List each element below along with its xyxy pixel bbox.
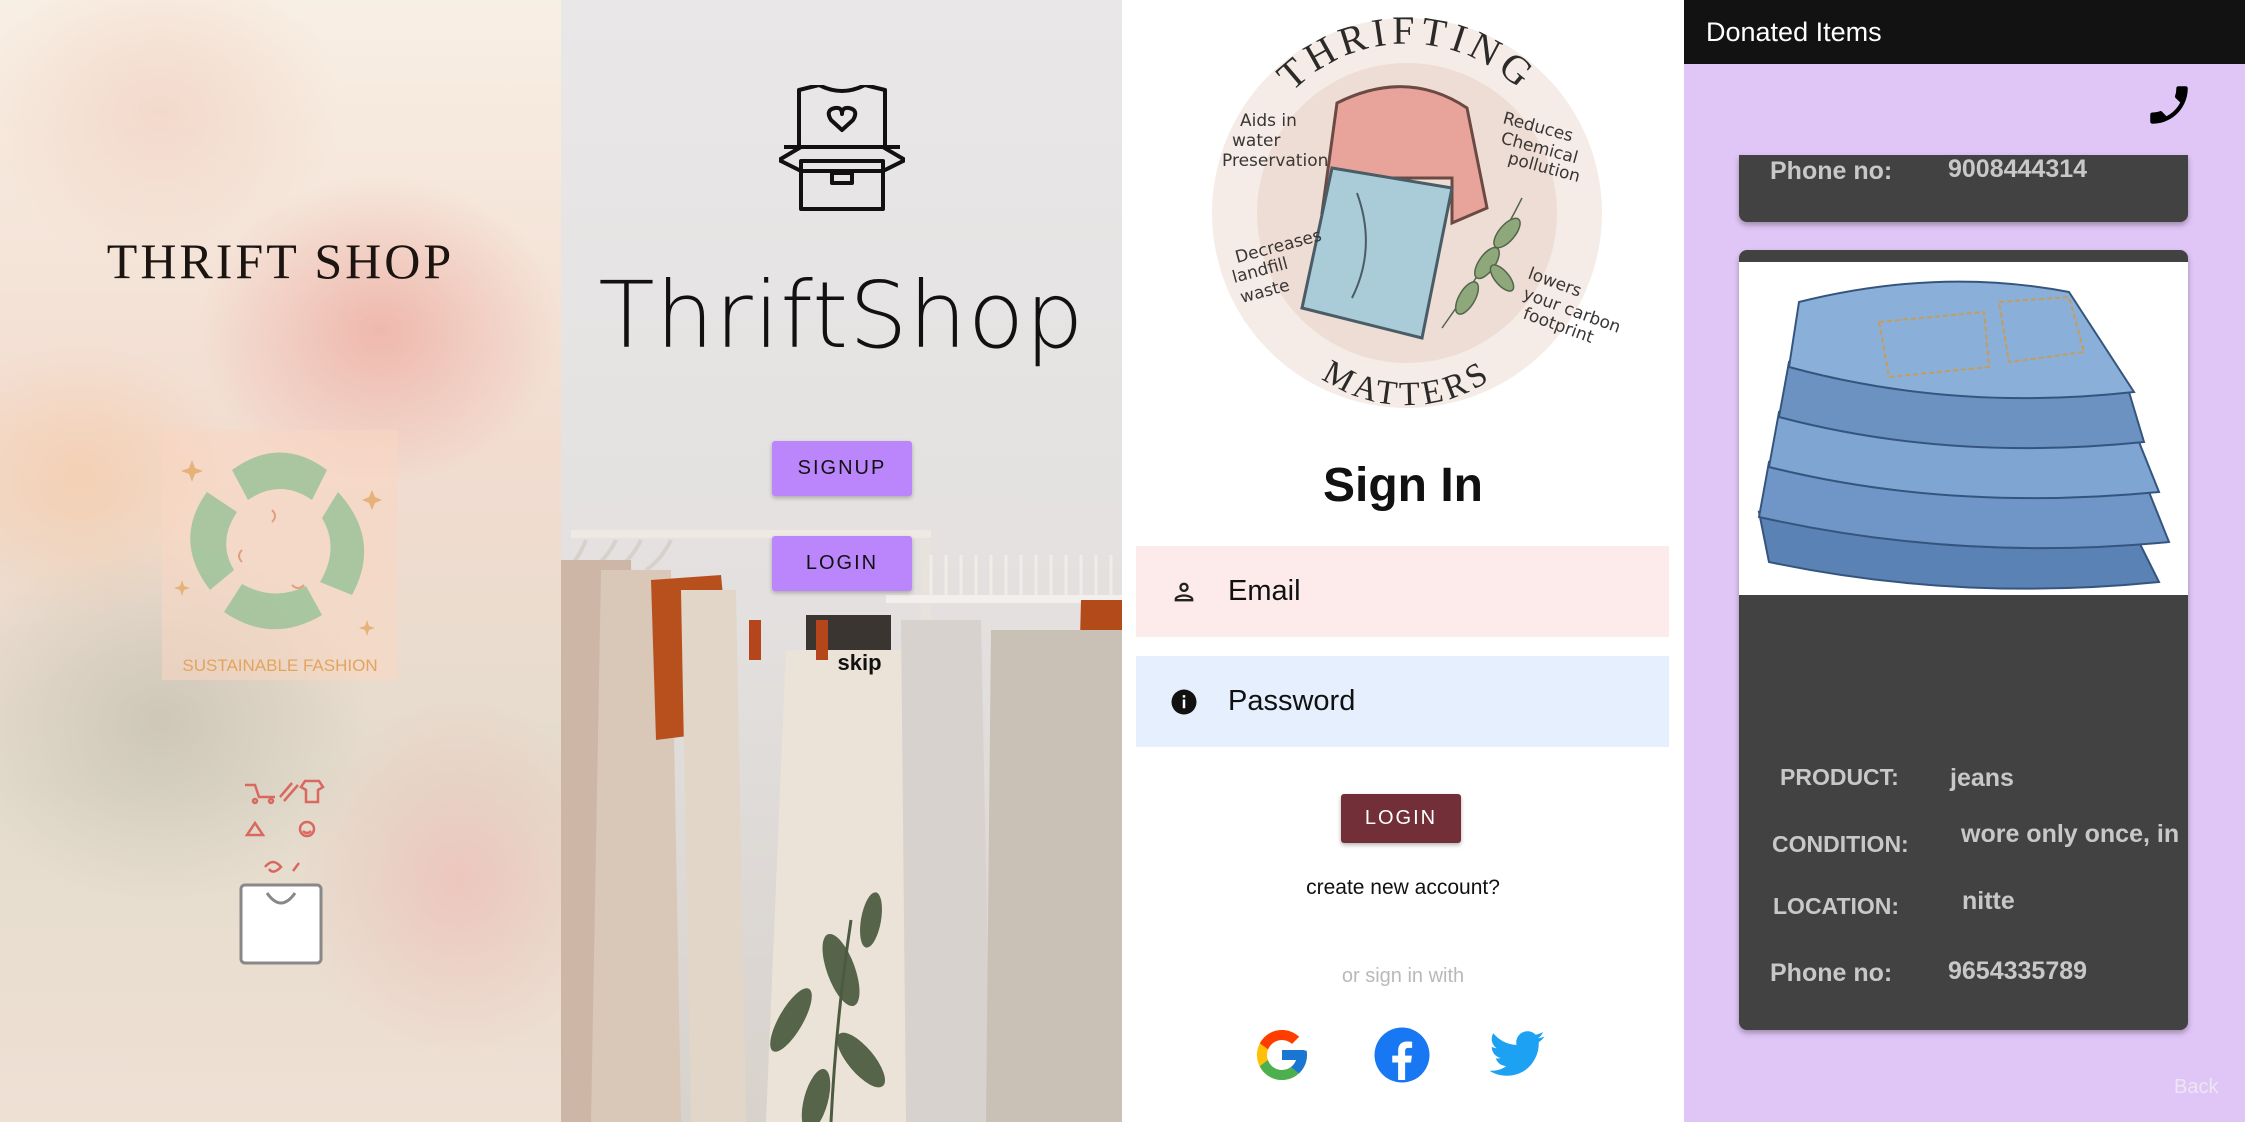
twitter-icon[interactable] xyxy=(1487,1025,1547,1085)
splash-screen: THRIFT SHOP SUSTAINABLE FASHION xyxy=(0,0,561,1122)
svg-text:water: water xyxy=(1232,131,1280,151)
svg-text:Preservation: Preservation xyxy=(1222,151,1328,171)
app-title: THRIFT SHOP xyxy=(106,233,455,289)
back-button[interactable]: Back xyxy=(2174,1076,2218,1099)
page-title: Sign In xyxy=(1323,459,1483,512)
facebook-icon[interactable] xyxy=(1372,1025,1432,1085)
or-sign-in-with-text: or sign in with xyxy=(1341,965,1465,987)
info-icon xyxy=(1164,682,1204,722)
google-icon[interactable] xyxy=(1252,1025,1312,1085)
donation-box-icon xyxy=(777,83,907,211)
login-button[interactable]: LOGIN xyxy=(1341,794,1461,843)
phone-icon[interactable] xyxy=(2144,80,2194,130)
badge-text: SUSTAINABLE FASHION xyxy=(182,656,377,675)
phone-value: 9654335789 xyxy=(1948,957,2088,985)
email-field[interactable]: Email xyxy=(1136,546,1669,637)
signup-button[interactable]: SIGNUP xyxy=(772,441,912,496)
clothing-rack-photo xyxy=(561,500,1122,1122)
person-icon xyxy=(1164,572,1204,612)
sustainable-fashion-logo: SUSTAINABLE FASHION xyxy=(162,430,398,680)
page-title: Donated Items xyxy=(1706,16,1882,47)
jeans-photo xyxy=(1739,262,2188,595)
location-label: LOCATION: xyxy=(1773,893,1900,919)
recycle-icon: SUSTAINABLE FASHION xyxy=(174,452,382,675)
sign-in-screen: THRIFTING Aids in water Preservation Red… xyxy=(1122,0,1684,1122)
password-placeholder: Password xyxy=(1228,685,1356,717)
app-title: ThriftShop xyxy=(598,262,1085,369)
welcome-screen: ThriftShop SIGNUP LOGIN skip xyxy=(561,0,1122,1122)
condition-label: CONDITION: xyxy=(1772,831,1909,857)
logo-note-water: Aids in xyxy=(1240,111,1297,131)
location-value: nitte xyxy=(1962,887,2015,915)
item-card-previous: Phone no: 9008444314 xyxy=(1739,155,2188,222)
phone-label: Phone no: xyxy=(1770,959,1893,987)
thrifting-matters-logo: THRIFTING Aids in water Preservation Red… xyxy=(1162,8,1652,418)
email-placeholder: Email xyxy=(1228,575,1301,607)
app-bar: Donated Items xyxy=(1684,0,2245,64)
item-card[interactable]: PRODUCT: jeans CONDITION: wore only once… xyxy=(1739,250,2188,1030)
skip-link[interactable]: skip xyxy=(561,650,1122,676)
product-value: jeans xyxy=(1950,764,2014,792)
login-button[interactable]: LOGIN xyxy=(772,536,912,591)
shopping-items-icon xyxy=(244,779,325,873)
phone-value: 9008444314 xyxy=(1948,155,2088,183)
product-label: PRODUCT: xyxy=(1780,764,1899,790)
password-field[interactable]: Password xyxy=(1136,656,1669,747)
donated-items-screen: Donated Items Phone no: 9008444314 PRODU… xyxy=(1684,0,2245,1122)
create-account-link[interactable]: create new account? xyxy=(1122,876,1684,900)
shopping-bag-illustration xyxy=(225,775,335,970)
box-shirt-logo xyxy=(777,83,907,211)
phone-label: Phone no: xyxy=(1770,157,1893,185)
bag-icon xyxy=(239,883,323,965)
condition-value: wore only once, in xyxy=(1961,820,2180,848)
